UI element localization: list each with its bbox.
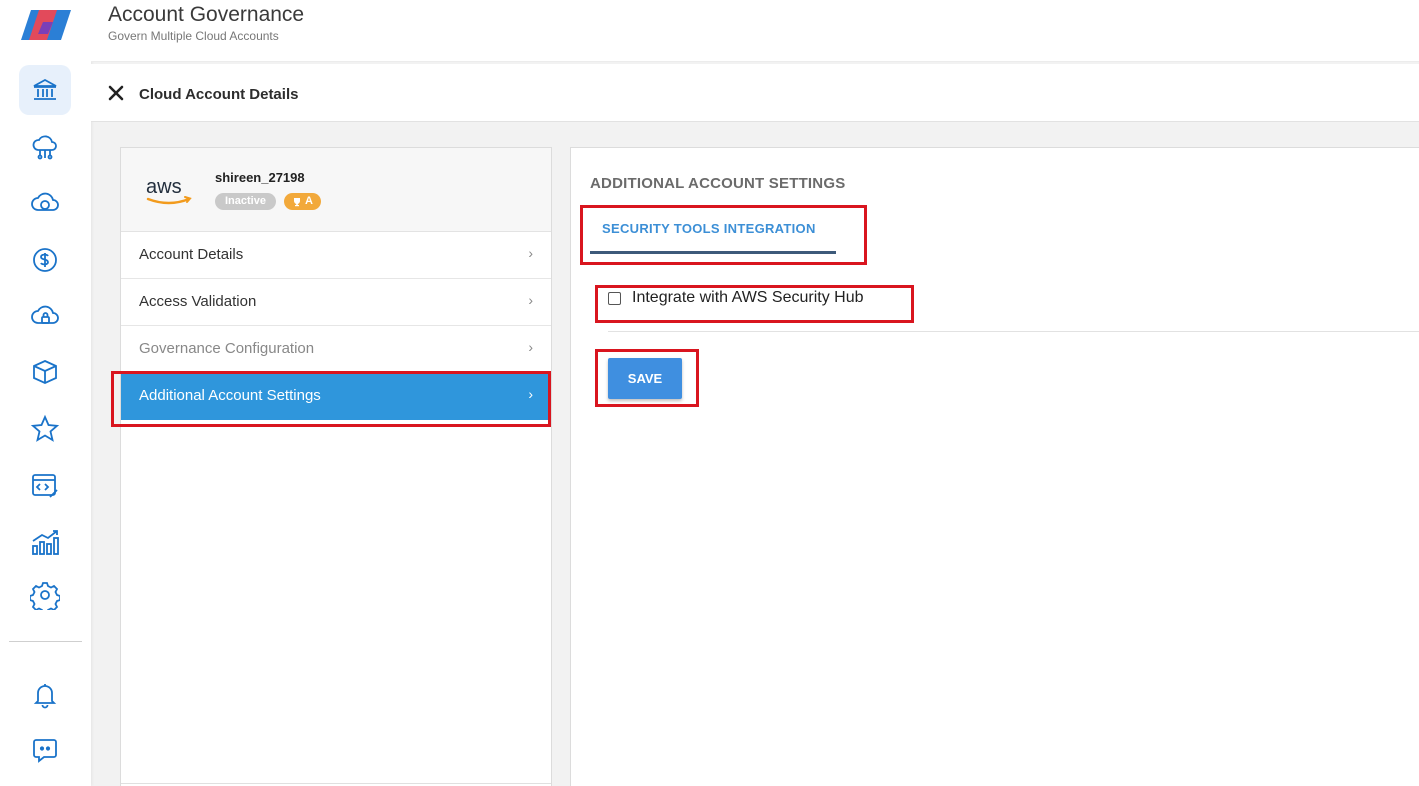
aws-logo: aws [146,176,192,205]
nav-cloud-network[interactable] [19,122,71,172]
nav-resources[interactable] [19,347,71,397]
bell-icon [33,684,57,709]
code-tools-icon [32,474,58,498]
cube-icon [33,360,57,384]
menu-label: Account Details [139,246,244,263]
nav-cloud-sync[interactable] [19,178,71,228]
grade-label: A [305,195,313,207]
menu-account-details[interactable]: Account Details › [121,232,551,279]
cloud-sync-icon [31,192,59,211]
content-divider [608,331,1419,332]
account-name: shireen_27198 [215,170,305,185]
rail-divider [9,641,82,642]
account-nav-panel: aws shireen_27198 Inactive A Account Det… [120,147,552,786]
menu-governance-configuration[interactable]: Governance Configuration › [121,326,551,373]
security-hub-option[interactable]: Integrate with AWS Security Hub [608,289,864,307]
chevron-right-icon: › [528,386,533,402]
menu-label: Access Validation [139,293,257,310]
nav-settings[interactable] [19,570,71,620]
nav-reports[interactable] [19,517,71,567]
nav-notifications[interactable] [19,670,71,720]
close-icon[interactable] [107,84,125,102]
nav-cloud-security[interactable] [19,291,71,341]
status-badge: Inactive [215,193,276,210]
nav-dev-tools[interactable] [19,461,71,511]
page-title: Account Governance [108,3,305,26]
growth-chart-icon [32,530,59,555]
tab-underline [590,251,836,254]
page-header: Account Governance Govern Multiple Cloud… [91,0,1419,62]
chevron-right-icon: › [528,245,533,261]
menu-label: Additional Account Settings [139,387,321,404]
left-rail [0,0,91,786]
star-icon [30,414,60,442]
gear-icon [30,582,60,610]
section-title: ADDITIONAL ACCOUNT SETTINGS [590,175,846,192]
app-logo[interactable] [19,8,73,42]
nav-governance[interactable] [19,65,71,115]
tab-label: SECURITY TOOLS INTEGRATION [602,221,816,236]
nav-favorites[interactable] [19,404,71,454]
settings-panel: ADDITIONAL ACCOUNT SETTINGS SECURITY TOO… [570,147,1419,786]
governance-icon [33,78,57,100]
nav-chat[interactable] [19,725,71,775]
dollar-icon [33,248,57,272]
details-header: Cloud Account Details [91,64,1419,122]
cloud-lock-icon [31,305,59,324]
page-subtitle: Govern Multiple Cloud Accounts [108,29,279,43]
save-button[interactable]: SAVE [608,358,682,399]
panel-divider [121,783,551,784]
menu-access-validation[interactable]: Access Validation › [121,279,551,326]
details-title: Cloud Account Details [139,86,299,103]
grade-badge: A [284,193,321,210]
chat-icon [33,739,57,763]
menu-additional-account-settings[interactable]: Additional Account Settings › [121,373,551,420]
chevron-right-icon: › [528,292,533,308]
menu-label: Governance Configuration [139,340,315,357]
chevron-right-icon: › [528,339,533,355]
cloud-network-icon [32,135,57,160]
nav-cost[interactable] [19,235,71,285]
account-summary: aws shireen_27198 Inactive A [121,148,551,232]
checkbox-label: Integrate with AWS Security Hub [632,289,864,306]
tab-security-tools-integration[interactable]: SECURITY TOOLS INTEGRATION [590,208,836,254]
svg-text:aws: aws [146,176,182,198]
security-hub-checkbox[interactable] [608,291,621,305]
trophy-icon [294,197,300,206]
